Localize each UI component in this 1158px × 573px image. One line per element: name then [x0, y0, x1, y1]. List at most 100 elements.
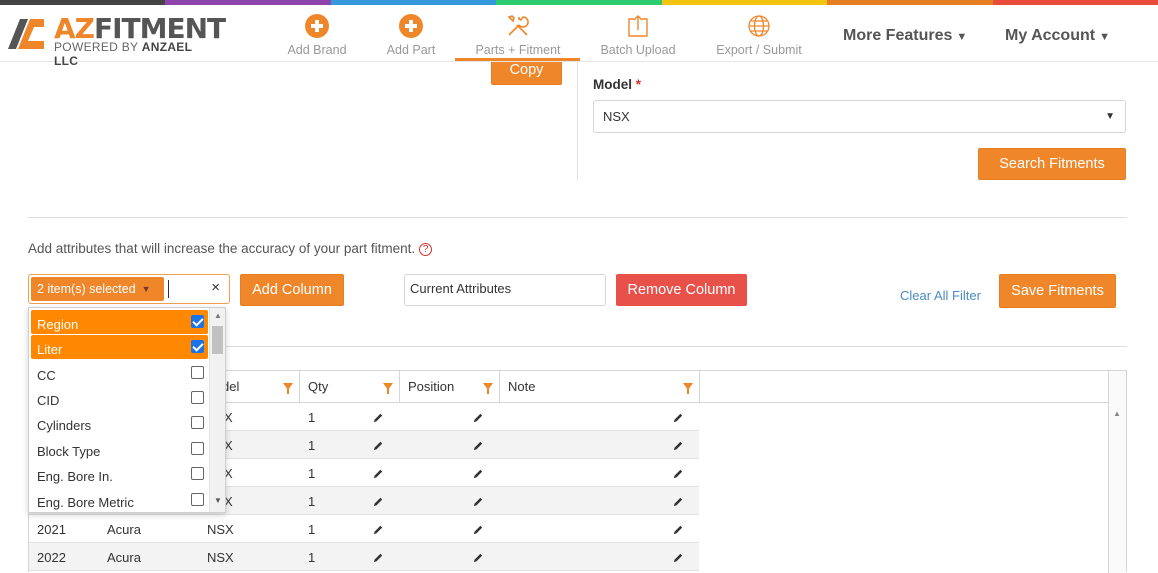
text-cursor: [168, 280, 169, 298]
filter-icon[interactable]: [683, 383, 693, 394]
checkbox[interactable]: [191, 340, 204, 353]
nav-add-brand[interactable]: Add Brand: [287, 13, 347, 57]
nav-parts-fitment[interactable]: Parts + Fitment: [474, 13, 562, 57]
cell-year: 2022: [37, 550, 66, 565]
filter-icon[interactable]: [483, 383, 493, 394]
section-divider: [28, 217, 1127, 218]
edit-pencil-icon[interactable]: [472, 439, 484, 451]
edit-pencil-icon[interactable]: [372, 467, 384, 479]
chevron-down-icon: ▼: [1099, 31, 1110, 43]
help-icon[interactable]: ?: [419, 243, 433, 256]
edit-pencil-icon[interactable]: [372, 495, 384, 507]
attributes-hint: Add attributes that will increase the ac…: [28, 241, 433, 256]
scrollbar-thumb[interactable]: [212, 326, 223, 354]
column-header-note[interactable]: Note: [500, 371, 700, 402]
edit-pencil-icon[interactable]: [372, 411, 384, 423]
edit-pencil-icon[interactable]: [472, 411, 484, 423]
edit-pencil-icon[interactable]: [672, 523, 684, 535]
nav-export-submit[interactable]: Export / Submit: [714, 13, 804, 57]
scroll-up-arrow-icon[interactable]: ▲: [214, 311, 222, 320]
cell-model: NSX: [207, 550, 234, 565]
cell-qty: 1: [308, 438, 316, 453]
logo-tagline: POWERED BY ANZAEL LLC: [54, 40, 193, 68]
column-header-qty[interactable]: Qty: [300, 371, 400, 402]
filter-icon[interactable]: [383, 383, 393, 394]
attribute-multiselect[interactable]: 2 item(s) selected ▼ ×: [28, 274, 230, 304]
cell-qty: 1: [308, 522, 316, 537]
scroll-down-arrow-icon[interactable]: ▼: [214, 496, 222, 505]
upload-icon: [628, 15, 648, 37]
current-attributes-field[interactable]: Current Attributes: [404, 274, 606, 306]
menu-label: My Account: [1005, 27, 1096, 44]
edit-pencil-icon[interactable]: [672, 439, 684, 451]
caret-down-icon: ▼: [141, 284, 151, 294]
cell-qty: 1: [308, 494, 316, 509]
globe-icon: [748, 15, 770, 37]
grid-empty-area: [700, 403, 1108, 573]
option-eng-bore-metric[interactable]: Eng. Bore Metric: [31, 488, 208, 512]
save-fitments-button[interactable]: Save Fitments: [999, 274, 1116, 308]
edit-pencil-icon[interactable]: [672, 551, 684, 563]
edit-pencil-icon[interactable]: [672, 467, 684, 479]
checkbox[interactable]: [191, 315, 204, 328]
selected-count-tag[interactable]: 2 item(s) selected ▼: [31, 277, 164, 301]
cell-qty: 1: [308, 410, 316, 425]
nav-batch-upload[interactable]: Batch Upload: [598, 13, 678, 57]
edit-pencil-icon[interactable]: [472, 495, 484, 507]
cell-qty: 1: [308, 550, 316, 565]
logo-mark-icon: [8, 19, 44, 49]
edit-pencil-icon[interactable]: [472, 467, 484, 479]
menu-more-features[interactable]: More Features ▼: [843, 27, 967, 45]
nav-label: Add Brand: [287, 43, 347, 57]
azfitment-logo[interactable]: AZFITMENT POWERED BY ANZAEL LLC: [6, 12, 226, 68]
option-cc[interactable]: CC: [31, 361, 208, 385]
edit-pencil-icon[interactable]: [372, 439, 384, 451]
dropdown-arrow-icon: ▼: [1105, 111, 1115, 122]
nav-add-part[interactable]: Add Part: [385, 13, 437, 57]
tools-icon: [507, 15, 529, 36]
add-column-button[interactable]: Add Column: [240, 274, 344, 306]
clear-all-filter-link[interactable]: Clear All Filter: [900, 288, 981, 303]
edit-pencil-icon[interactable]: [472, 551, 484, 563]
menu-label: More Features: [843, 27, 953, 44]
plus-circle-icon: [399, 14, 423, 38]
option-liter[interactable]: Liter: [31, 335, 208, 359]
edit-pencil-icon[interactable]: [372, 523, 384, 535]
column-divider: [577, 62, 578, 180]
option-eng-bore-in[interactable]: Eng. Bore In.: [31, 462, 208, 486]
copy-button[interactable]: Copy: [491, 62, 562, 85]
remove-column-button[interactable]: Remove Column: [616, 274, 747, 306]
table-row[interactable]: 2022 Acura NSX 1: [29, 543, 699, 571]
option-region[interactable]: Region: [31, 310, 208, 334]
filter-icon[interactable]: [283, 383, 293, 394]
clear-selection-icon[interactable]: ×: [211, 279, 220, 296]
checkbox[interactable]: [191, 391, 204, 404]
cell-year: 2021: [37, 522, 66, 537]
options-scrollbar[interactable]: ▲ ▼: [209, 308, 225, 512]
checkbox[interactable]: [191, 442, 204, 455]
edit-pencil-icon[interactable]: [472, 523, 484, 535]
cell-make: Acura: [107, 550, 141, 565]
checkbox[interactable]: [191, 467, 204, 480]
grid-scrollbar[interactable]: ▲: [1108, 371, 1126, 573]
edit-pencil-icon[interactable]: [672, 495, 684, 507]
menu-my-account[interactable]: My Account ▼: [1005, 27, 1110, 45]
attribute-options-list: Region Liter CC CID Cylinders Block Type…: [28, 307, 226, 513]
table-row[interactable]: 2021 Acura NSX 1: [29, 515, 699, 543]
chevron-down-icon: ▼: [956, 31, 968, 43]
nav-label: Add Part: [386, 43, 436, 57]
search-fitments-button[interactable]: Search Fitments: [978, 148, 1126, 180]
option-cid[interactable]: CID: [31, 386, 208, 410]
column-header-position[interactable]: Position: [400, 371, 500, 402]
edit-pencil-icon[interactable]: [672, 411, 684, 423]
checkbox[interactable]: [191, 366, 204, 379]
app-header: AZFITMENT POWERED BY ANZAEL LLC Add Bran…: [0, 5, 1158, 68]
checkbox[interactable]: [191, 416, 204, 429]
model-select[interactable]: NSX ▼: [593, 100, 1126, 133]
nav-label: Export / Submit: [716, 43, 802, 57]
option-cylinders[interactable]: Cylinders: [31, 411, 208, 435]
edit-pencil-icon[interactable]: [372, 551, 384, 563]
scroll-up-arrow-icon[interactable]: ▲: [1113, 409, 1121, 418]
option-block-type[interactable]: Block Type: [31, 437, 208, 461]
checkbox[interactable]: [191, 493, 204, 506]
